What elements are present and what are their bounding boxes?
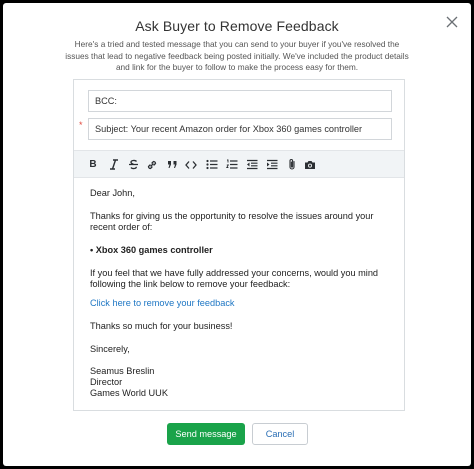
thanks-text: Thanks so much for your business!	[90, 321, 233, 331]
link-icon[interactable]	[145, 158, 159, 171]
request-text: If you feel that we have fully addressed…	[90, 268, 379, 290]
italic-icon[interactable]	[107, 158, 121, 171]
sender-role: Director	[90, 377, 123, 387]
bcc-field[interactable]: BCC:	[88, 90, 392, 112]
cancel-button[interactable]: Cancel	[252, 423, 308, 445]
signoff-text: Sincerely,	[90, 344, 130, 354]
bold-icon[interactable]: B	[86, 158, 100, 171]
ask-buyer-dialog: Ask Buyer to Remove Feedback Here's a tr…	[3, 3, 471, 466]
numbered-list-icon[interactable]	[225, 158, 239, 171]
greeting-text: Dear John,	[90, 188, 135, 198]
subject-field[interactable]: Subject: Your recent Amazon order for Xb…	[88, 118, 392, 140]
code-icon[interactable]	[184, 158, 198, 171]
outdent-icon[interactable]	[245, 158, 259, 171]
required-marker: *	[79, 120, 83, 130]
message-editor: BCC: * Subject: Your recent Amazon order…	[73, 79, 405, 411]
attachment-icon[interactable]	[285, 158, 299, 171]
close-icon[interactable]	[445, 15, 459, 29]
strikethrough-icon[interactable]	[126, 158, 140, 171]
sender-name: Seamus Breslin	[90, 366, 155, 376]
remove-feedback-link[interactable]: Click here to remove your feedback	[90, 298, 390, 309]
dialog-description: Here's a tried and tested message that y…	[65, 39, 409, 73]
dialog-title: Ask Buyer to Remove Feedback	[135, 18, 339, 34]
bullet-list-icon[interactable]	[205, 158, 219, 171]
camera-icon[interactable]	[303, 158, 317, 171]
quote-icon[interactable]	[165, 158, 179, 171]
intro-text: Thanks for giving us the opportunity to …	[90, 211, 374, 233]
indent-icon[interactable]	[265, 158, 279, 171]
send-message-button[interactable]: Send message	[167, 423, 245, 445]
formatting-toolbar: B	[74, 150, 404, 178]
product-item: • Xbox 360 games controller	[90, 245, 213, 255]
sender-company: Games World UUK	[90, 388, 168, 398]
